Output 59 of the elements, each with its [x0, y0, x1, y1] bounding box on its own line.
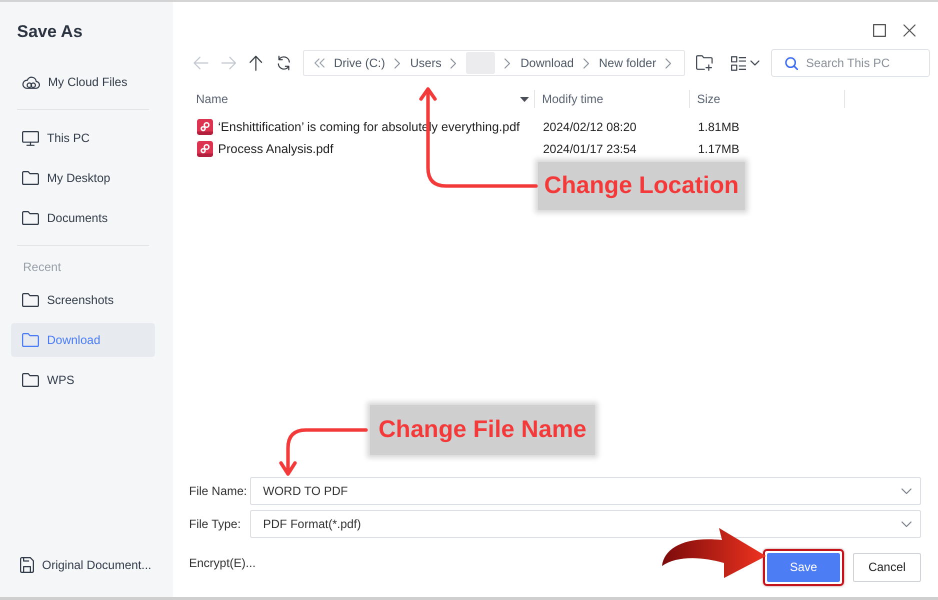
- pdf-file-icon: [197, 119, 213, 135]
- floppy-disk-icon: [20, 557, 34, 573]
- chevron-down-icon[interactable]: [901, 521, 912, 528]
- search-icon: [785, 57, 798, 70]
- chevron-right-icon[interactable]: [394, 58, 402, 68]
- folder-icon: [22, 333, 39, 347]
- chevron-right-icon[interactable]: [665, 58, 672, 68]
- file-type-field[interactable]: PDF Format(*.pdf): [250, 510, 921, 538]
- column-header[interactable]: Name: [189, 90, 535, 108]
- folder-icon: [22, 293, 39, 307]
- grid-list-icon[interactable]: [730, 56, 746, 70]
- section-heading: Recent: [22, 259, 62, 276]
- breadcrumb-item[interactable]: Drive (C:): [334, 54, 386, 72]
- file-size: 1.17MB: [697, 141, 740, 158]
- sidebar-item[interactable]: Original Document...: [11, 548, 169, 582]
- field-label: File Type:: [189, 516, 242, 533]
- column-header[interactable]: Modify time: [535, 90, 690, 108]
- folder-icon: [22, 373, 39, 387]
- sidebar-item[interactable]: My Desktop: [11, 161, 155, 195]
- field-label: File Name:: [189, 483, 248, 500]
- monitor-icon: [22, 130, 39, 146]
- double-chevron-icon[interactable]: [314, 58, 325, 68]
- refresh-icon[interactable]: [276, 55, 292, 71]
- chevron-right-icon[interactable]: [504, 58, 512, 68]
- breadcrumb-item[interactable]: Download: [520, 54, 574, 72]
- modified-time: 2024/01/17 23:54: [542, 141, 638, 158]
- caret-down-icon[interactable]: [750, 60, 760, 66]
- chevron-right-icon[interactable]: [450, 58, 458, 68]
- chevron-down-icon[interactable]: [901, 488, 912, 495]
- breadcrumb-item[interactable]: New folder: [598, 54, 656, 72]
- up-arrow-icon[interactable]: [248, 55, 264, 71]
- sidebar-item[interactable]: WPS: [11, 363, 155, 397]
- file-name-field[interactable]: WORD TO PDF: [250, 477, 921, 505]
- file-row[interactable]: Process Analysis.pdf 2024/01/17 23:54 1.17MB: [189, 138, 930, 160]
- column-header[interactable]: Size: [690, 90, 845, 108]
- encrypt-link[interactable]: Encrypt(E)...: [189, 554, 256, 572]
- sidebar-item[interactable]: This PC: [11, 121, 155, 155]
- folder-plus-icon[interactable]: [696, 55, 712, 71]
- window-title: Save As: [16, 21, 83, 43]
- save-button[interactable]: Save: [767, 553, 840, 582]
- folder-icon: [22, 171, 39, 185]
- folder-icon: [22, 211, 39, 225]
- pdf-file-icon: [197, 141, 213, 157]
- maximize-icon[interactable]: [873, 24, 886, 37]
- callout-label: Change File Name: [370, 405, 595, 455]
- cancel-button[interactable]: Cancel: [853, 553, 921, 582]
- file-size: 1.81MB: [697, 119, 740, 136]
- breadcrumb-item[interactable]: Users: [410, 54, 442, 72]
- modified-time: 2024/02/12 08:20: [542, 119, 638, 136]
- file-name: Process Analysis.pdf: [218, 140, 334, 158]
- callout-label: Change Location: [538, 162, 745, 210]
- cloud-icon: [22, 76, 40, 88]
- sidebar-item[interactable]: Screenshots: [11, 283, 155, 317]
- search-field[interactable]: Search This PC: [771, 49, 930, 77]
- sort-caret-icon[interactable]: [520, 96, 529, 102]
- close-icon[interactable]: [903, 24, 916, 37]
- sidebar-item[interactable]: Documents: [11, 201, 155, 235]
- chevron-right-icon[interactable]: [582, 58, 590, 68]
- sidebar-item[interactable]: My Cloud Files: [11, 65, 155, 99]
